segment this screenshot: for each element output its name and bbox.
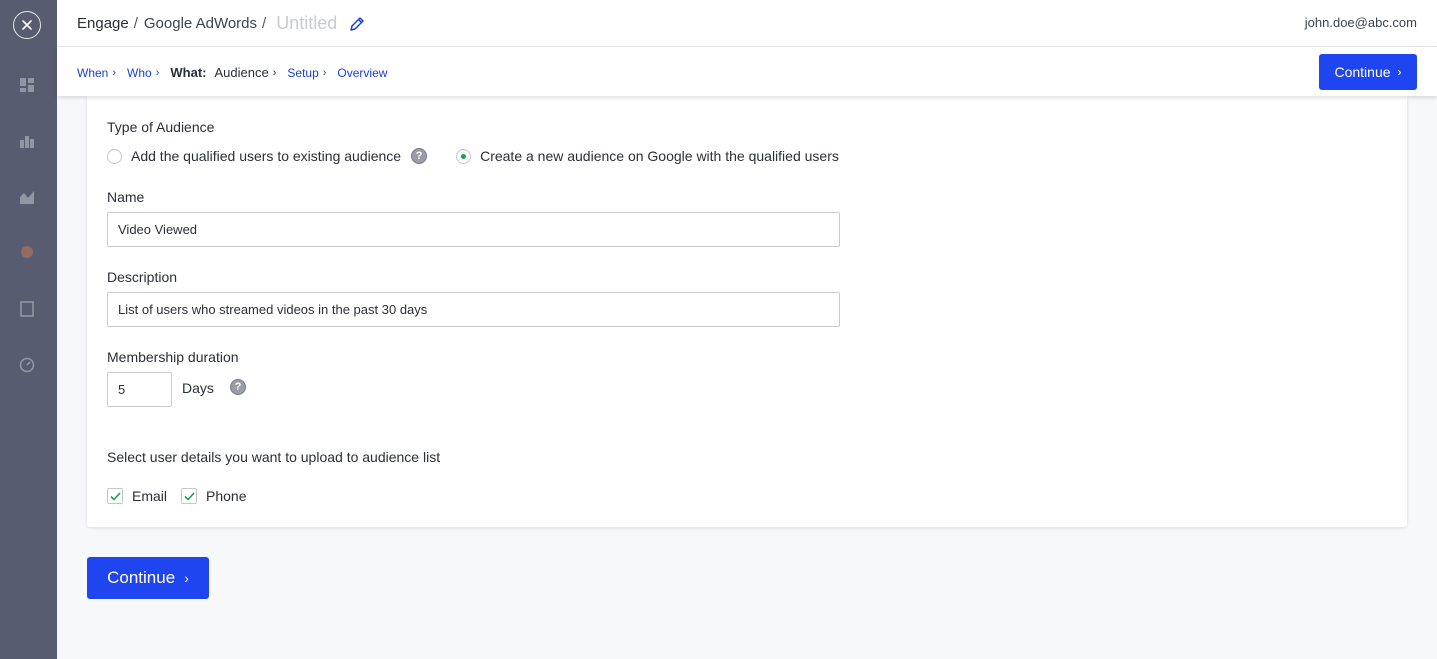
user-details-options: Email Phone xyxy=(107,488,247,504)
audience-type-options: Add the qualified users to existing audi… xyxy=(107,148,839,164)
segments-icon[interactable] xyxy=(19,133,35,149)
step-label: Overview xyxy=(337,65,388,80)
step-when[interactable]: When › xyxy=(77,66,127,80)
step-label: Who xyxy=(127,65,152,80)
name-label: Name xyxy=(107,189,145,205)
description-input[interactable] xyxy=(107,292,840,327)
step-overview[interactable]: Overview xyxy=(337,66,387,80)
top-header: Engage / Google AdWords / Untitled john.… xyxy=(57,0,1437,47)
email-checkbox[interactable] xyxy=(107,488,123,504)
radio-new-label[interactable]: Create a new audience on Google with the… xyxy=(480,148,839,164)
name-input[interactable] xyxy=(107,212,840,247)
email-checkbox-label[interactable]: Email xyxy=(132,488,167,504)
continue-label: Continue xyxy=(1334,64,1391,80)
pencil-icon[interactable] xyxy=(349,16,365,32)
breadcrumb: Engage / Google AdWords / Untitled xyxy=(77,13,365,34)
radio-existing-label[interactable]: Add the qualified users to existing audi… xyxy=(131,148,401,164)
check-icon xyxy=(183,491,195,501)
breadcrumb-google-adwords[interactable]: Google AdWords xyxy=(144,15,257,32)
chevron-right-icon: › xyxy=(272,66,277,79)
reports-icon[interactable] xyxy=(19,301,35,317)
continue-label: Continue xyxy=(107,568,176,587)
steps-bar: When › Who › What: Audience › Setup › Overvi… xyxy=(57,47,1437,96)
user-email[interactable]: john.doe@abc.com xyxy=(1305,15,1417,30)
chevron-right-icon: › xyxy=(184,570,189,586)
description-label: Description xyxy=(107,269,178,285)
radio-new-audience[interactable] xyxy=(456,148,472,164)
analytics-icon[interactable] xyxy=(19,189,35,205)
speedometer-icon[interactable] xyxy=(19,357,35,373)
step-group-what: What: xyxy=(170,65,207,80)
step-setup[interactable]: Setup › xyxy=(287,66,337,80)
chevron-right-icon: › xyxy=(155,66,160,79)
dashboard-icon[interactable] xyxy=(19,77,35,93)
sidebar xyxy=(0,0,57,659)
phone-checkbox[interactable] xyxy=(181,488,198,504)
audience-form-card: Type of Audience Add the qualified users… xyxy=(87,96,1407,527)
continue-button-top[interactable]: Continue › xyxy=(1319,54,1417,90)
step-audience[interactable]: Audience › xyxy=(215,65,288,80)
phone-checkbox-label[interactable]: Phone xyxy=(206,488,246,504)
close-icon xyxy=(22,20,32,30)
breadcrumb-separator: / xyxy=(133,15,138,32)
steps-nav: When › Who › What: Audience › Setup › Overvi… xyxy=(77,65,387,80)
breadcrumb-engage[interactable]: Engage xyxy=(77,15,129,32)
membership-duration-label: Membership duration xyxy=(107,349,239,365)
chevron-right-icon: › xyxy=(112,66,117,79)
duration-unit: Days xyxy=(182,380,214,396)
user-details-label: Select user details you want to upload t… xyxy=(107,449,441,465)
chevron-right-icon: › xyxy=(1397,65,1402,79)
question-icon[interactable]: ? xyxy=(230,379,246,395)
continue-button-bottom[interactable]: Continue › xyxy=(87,557,209,599)
step-label: Setup xyxy=(287,65,319,80)
radio-existing-audience[interactable] xyxy=(107,148,122,164)
step-who[interactable]: Who › xyxy=(127,66,170,80)
breadcrumb-separator: / xyxy=(262,15,267,32)
step-label: Audience xyxy=(214,65,269,80)
type-of-audience-label: Type of Audience xyxy=(107,119,215,135)
close-button[interactable] xyxy=(13,11,41,39)
membership-duration-input[interactable] xyxy=(107,372,172,407)
campaign-title[interactable]: Untitled xyxy=(276,13,337,34)
question-icon[interactable]: ? xyxy=(411,148,428,164)
chevron-right-icon: › xyxy=(322,66,327,79)
engage-icon[interactable] xyxy=(19,245,35,261)
check-icon xyxy=(109,491,121,501)
step-label: When xyxy=(77,65,109,80)
